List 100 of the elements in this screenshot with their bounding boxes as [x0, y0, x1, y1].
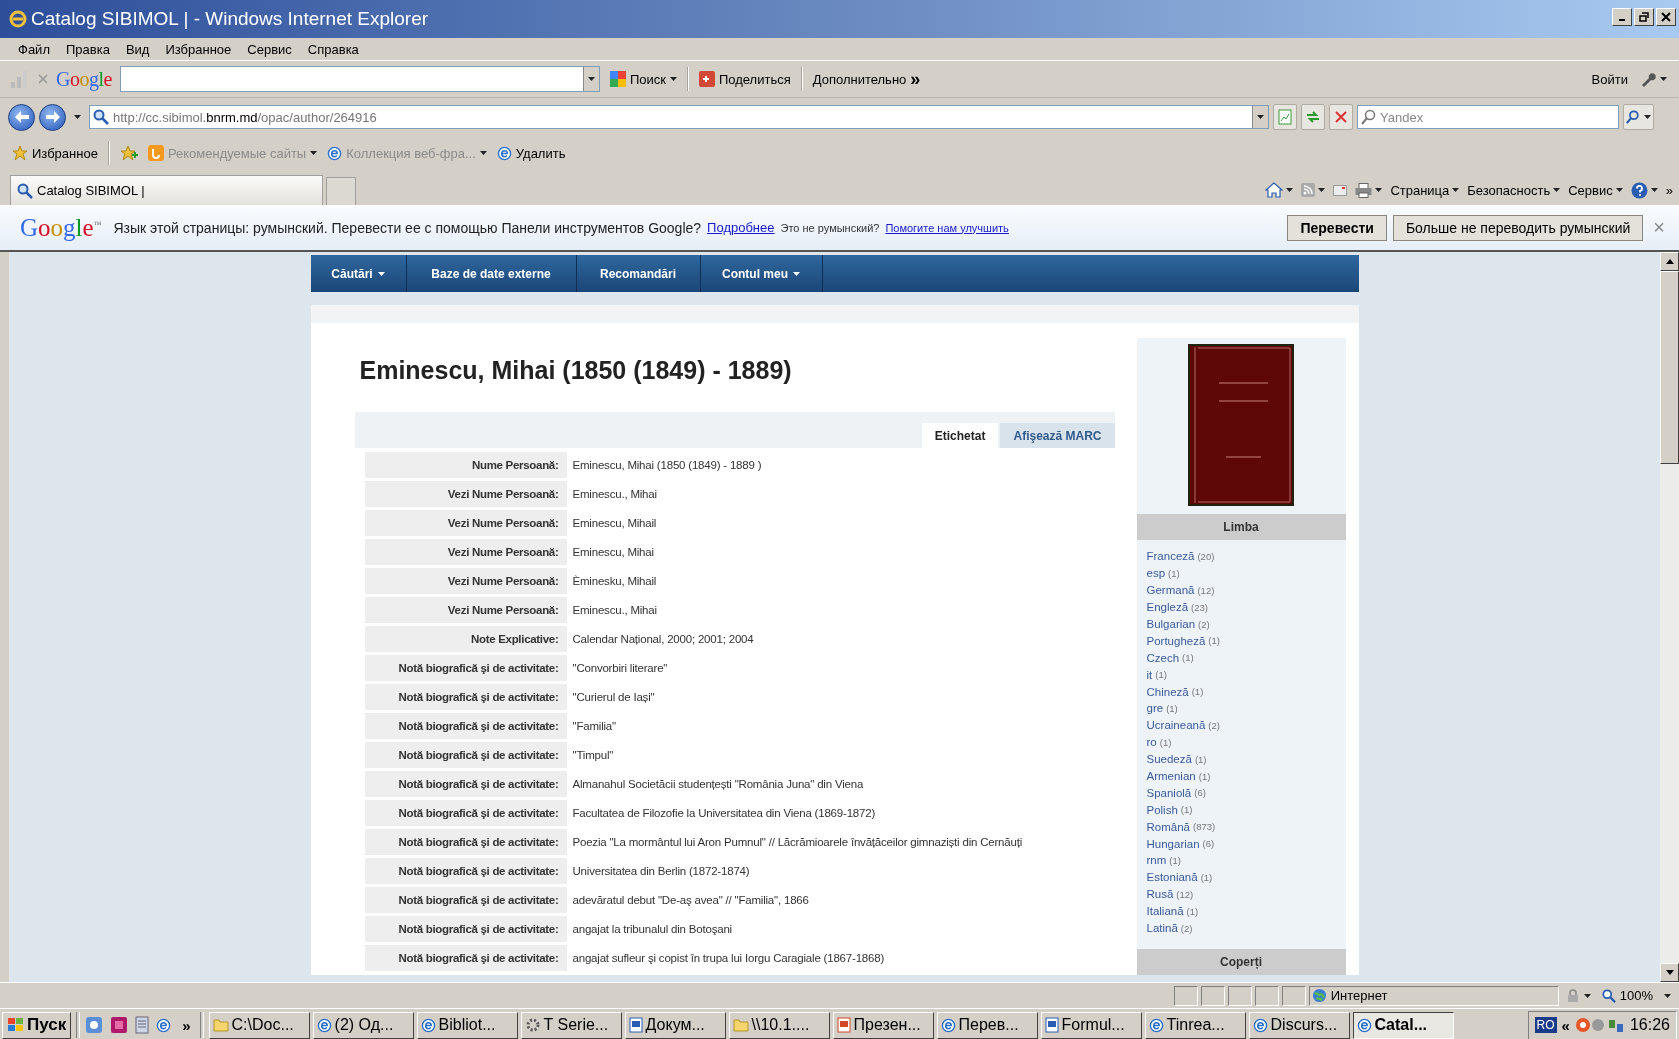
command-menu-button[interactable]: Безопасность [1467, 182, 1561, 198]
minimize-icon [1619, 19, 1625, 21]
search-button[interactable]: Поиск [607, 71, 679, 87]
language-link[interactable]: rnm [1146, 854, 1167, 867]
nav-menu-item[interactable]: Recomandări [576, 255, 701, 292]
language-link[interactable]: Latină [1146, 922, 1178, 935]
status-pane [1173, 985, 1198, 1006]
language-link[interactable]: Rusă [1146, 888, 1174, 901]
language-link[interactable]: ro [1146, 736, 1157, 749]
taskbar-button[interactable]: Discurs... [1248, 1011, 1350, 1039]
forward-button[interactable] [39, 103, 66, 131]
taskbar-button[interactable]: T Serie... [520, 1011, 622, 1039]
search-field[interactable]: Yandex [1357, 105, 1619, 129]
minimize-button[interactable] [1612, 8, 1632, 26]
nav-menu-item[interactable]: Contul meu [700, 255, 823, 292]
language-link[interactable]: it [1146, 668, 1153, 681]
printer-icon [1355, 182, 1373, 198]
share-button[interactable]: Поделиться [696, 71, 793, 87]
taskbar-button[interactable]: Перев... [936, 1011, 1038, 1039]
browser-tab[interactable]: Catalog SIBIMOL | [10, 175, 323, 205]
print-button[interactable] [1355, 182, 1383, 198]
favorites-bar-item[interactable]: Избранное [12, 145, 98, 161]
taskbar-button[interactable]: (2) Од... [312, 1011, 414, 1039]
restore-button[interactable] [1634, 8, 1654, 26]
taskbar-button[interactable]: \\10.1.... [728, 1011, 830, 1039]
taskbar-button[interactable]: Bibliot... [416, 1011, 518, 1039]
taskbar-button[interactable]: C:\Doc... [208, 1011, 310, 1039]
caret-icon [1286, 188, 1294, 192]
stop-icon [1335, 111, 1347, 123]
language-link[interactable]: Franceză [1146, 550, 1195, 563]
language-link[interactable]: Polish [1146, 803, 1178, 816]
language-link[interactable]: Czech [1146, 651, 1180, 664]
menu-item[interactable]: Сервис [239, 41, 300, 57]
language-link[interactable]: Hungarian [1146, 837, 1200, 850]
quick-launch-overflow[interactable]: » [178, 1016, 195, 1034]
help-button[interactable] [1630, 181, 1658, 199]
app-icon[interactable] [85, 1016, 104, 1034]
taskbar-button[interactable]: Докум... [624, 1011, 726, 1039]
tray-icons-drawing[interactable] [1574, 1016, 1625, 1034]
home-button[interactable] [1265, 182, 1294, 198]
vertical-scrollbar[interactable] [1660, 252, 1679, 982]
language-indicator[interactable]: RO [1534, 1017, 1557, 1033]
language-link[interactable]: Chineză [1146, 685, 1189, 698]
more-button[interactable]: Дополнительно » [810, 68, 923, 90]
language-link[interactable]: Ucraineană [1146, 719, 1206, 732]
menu-item[interactable]: Файл [10, 41, 58, 57]
translate-button[interactable]: Перевести [1287, 214, 1387, 241]
globe-e-icon [1356, 1017, 1372, 1033]
language-link[interactable]: Bulgarian [1146, 618, 1196, 630]
never-translate-button[interactable]: Больше не переводить румынский [1392, 214, 1644, 241]
language-link[interactable]: Armenian [1146, 770, 1196, 782]
show-hidden-icons-button[interactable]: « [1561, 1016, 1570, 1034]
favorites-bar-item[interactable]: Удалить [496, 145, 566, 161]
language-link[interactable]: Germană [1146, 584, 1195, 597]
stop-button[interactable] [1329, 104, 1353, 130]
more-info-link[interactable]: Подробнее [707, 220, 775, 235]
search-icon [1361, 109, 1377, 125]
signal-bars-icon [10, 70, 30, 88]
mail-button[interactable] [1333, 184, 1348, 196]
language-link[interactable]: Italiană [1146, 905, 1184, 918]
menu-item[interactable]: Избранное [157, 41, 240, 57]
nav-menu-item[interactable]: Baze de date externe [406, 255, 577, 292]
back-button[interactable] [8, 103, 35, 131]
help-improve-link[interactable]: Помогите нам улучшить [885, 221, 1009, 234]
globe-e-icon [1148, 1017, 1164, 1033]
language-link[interactable]: Portugheză [1146, 634, 1206, 647]
overflow-button[interactable]: » [1665, 182, 1673, 198]
refresh-button[interactable] [1301, 104, 1325, 130]
language-link[interactable]: Suedeză [1146, 753, 1192, 766]
view-tab[interactable]: Etichetat [921, 423, 999, 448]
menu-item[interactable]: Вид [117, 41, 158, 57]
language-link[interactable]: Estoniană [1146, 871, 1198, 884]
sign-in-button[interactable]: Войти [1589, 71, 1630, 87]
nav-menu-item[interactable]: Căutări [310, 255, 407, 292]
feeds-button[interactable] [1301, 183, 1326, 197]
taskbar-button[interactable]: Презен... [832, 1011, 934, 1039]
zoom-button[interactable]: 100% [1597, 988, 1657, 1003]
clock: 16:26 [1629, 1016, 1670, 1034]
command-menu-button[interactable]: Сервис [1568, 182, 1623, 198]
taskbar-button[interactable]: Catal... [1352, 1011, 1454, 1039]
scrollbar-thumb[interactable] [1660, 271, 1679, 464]
app-icon[interactable] [110, 1016, 129, 1034]
search-field[interactable] [119, 66, 600, 92]
taskbar-button[interactable]: Tinrea... [1144, 1011, 1246, 1039]
menu-item[interactable]: Правка [57, 41, 118, 57]
close-button[interactable] [1656, 8, 1676, 26]
menu-item[interactable]: Справка [299, 41, 367, 57]
language-link[interactable]: esp [1146, 567, 1166, 580]
language-link[interactable]: Română [1146, 820, 1190, 833]
address-field[interactable]: http://cc.sibimol.bnrm.md/opac/author/264916 [89, 105, 1269, 129]
view-tab[interactable]: Afişează MARC [1000, 423, 1115, 448]
language-link[interactable]: Engleză [1146, 601, 1189, 614]
language-link[interactable]: Spaniolă [1146, 786, 1192, 799]
search-button[interactable] [1623, 104, 1654, 130]
taskbar-button[interactable]: Formul... [1040, 1011, 1142, 1039]
refresh-icon [1305, 109, 1321, 125]
star-plus-icon[interactable] [119, 145, 138, 161]
command-menu-button[interactable]: Страница [1390, 182, 1460, 198]
language-link[interactable]: gre [1146, 702, 1164, 715]
start-button[interactable]: Пуск [2, 1011, 72, 1039]
